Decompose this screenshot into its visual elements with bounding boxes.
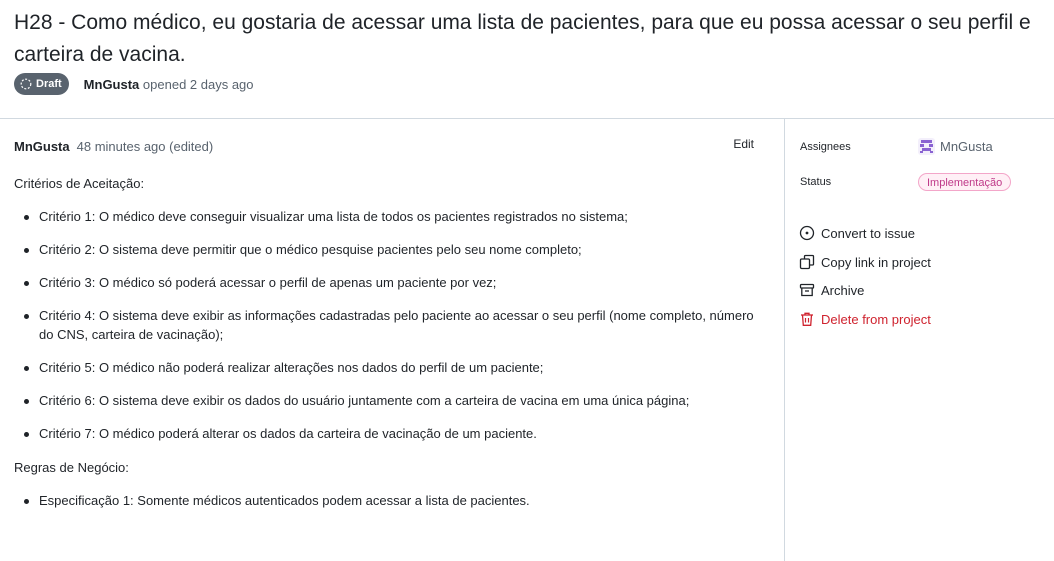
draft-circle-icon <box>20 78 32 90</box>
copy-icon <box>799 254 815 270</box>
convert-to-issue-button[interactable]: Convert to issue <box>799 225 915 241</box>
comment-time: 48 minutes ago (edited) <box>76 138 214 154</box>
archive-button[interactable]: Archive <box>799 282 864 298</box>
draft-badge: Draft <box>14 73 69 95</box>
trash-icon <box>801 312 813 326</box>
opened-text: opened 2 days ago <box>142 76 254 92</box>
list-item: Critério 7: O médico poderá alterar os d… <box>14 424 754 443</box>
list-item: Critério 2: O sistema deve permitir que … <box>14 240 754 259</box>
copy-link-button[interactable]: Copy link in project <box>799 254 931 270</box>
action-label: Archive <box>821 282 865 298</box>
list-item: Critério 4: O sistema deve exibir as inf… <box>14 306 754 344</box>
delete-from-project-button[interactable]: Delete from project <box>799 311 931 327</box>
action-label: Copy link in project <box>821 254 931 270</box>
assignee-name: MnGusta <box>940 139 993 154</box>
list-item: Critério 1: O médico deve conseguir visu… <box>14 207 754 226</box>
section-title: Regras de Negócio: <box>14 460 129 475</box>
section-title: Critérios de Aceitação: <box>14 176 145 191</box>
rules-list: Especificação 1: Somente médicos autenti… <box>14 491 754 510</box>
action-label: Convert to issue <box>821 225 915 241</box>
header-divider <box>0 118 1054 119</box>
comment-body: Critérios de Aceitação: Critério 1: O mé… <box>14 174 754 510</box>
draft-badge-label: Draft <box>36 78 62 90</box>
action-label: Delete from project <box>821 311 931 327</box>
status-badge[interactable]: Implementação <box>918 173 1012 191</box>
issue-meta: Draft MnGusta opened 2 days ago <box>14 73 254 95</box>
status-label: Status <box>800 176 832 188</box>
archive-icon <box>799 283 815 297</box>
opened-info: MnGusta opened 2 days ago <box>84 77 254 92</box>
issue-author[interactable]: MnGusta <box>84 77 140 92</box>
comment-header: MnGusta 48 minutes ago (edited) Edit <box>14 137 754 155</box>
criteria-list: Critério 1: O médico deve conseguir visu… <box>14 207 754 443</box>
comment-author[interactable]: MnGusta <box>14 139 70 154</box>
edit-button[interactable]: Edit <box>733 137 754 151</box>
avatar <box>918 138 935 155</box>
list-item: Critério 6: O sistema deve exibir os dad… <box>14 391 754 410</box>
sidebar-divider <box>784 119 785 561</box>
assignee[interactable]: MnGusta <box>918 138 993 155</box>
list-item: Especificação 1: Somente médicos autenti… <box>14 491 754 510</box>
assignees-label: Assignees <box>800 141 851 153</box>
convert-circle-icon <box>799 225 815 241</box>
list-item: Critério 5: O médico não poderá realizar… <box>14 358 754 377</box>
list-item: Critério 3: O médico só poderá acessar o… <box>14 273 754 292</box>
issue-title: H28 - Como médico, eu gostaria de acessa… <box>14 11 1031 66</box>
